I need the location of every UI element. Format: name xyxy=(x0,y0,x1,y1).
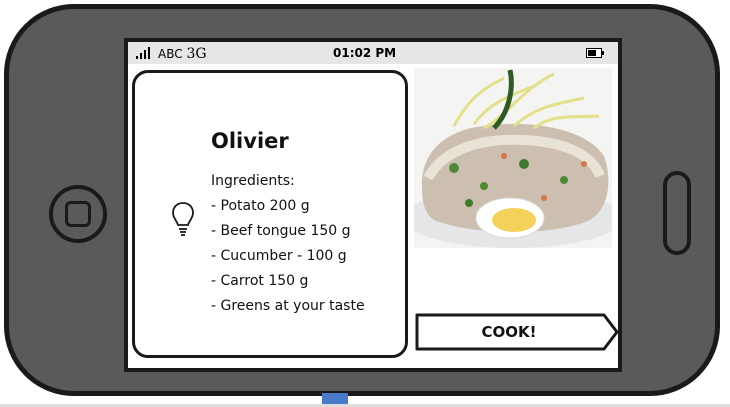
ingredient-item: - Cucumber - 100 g xyxy=(211,248,347,264)
status-bar: ABC 3G 01:02 PM xyxy=(128,42,618,64)
recipe-photo xyxy=(414,68,612,248)
ingredients-heading: Ingredients: xyxy=(211,173,295,189)
network-type: 3G xyxy=(186,46,207,62)
signal-strength-icon xyxy=(136,47,150,59)
ingredients-list: Ingredients: - Potato 200 g - Beef tongu… xyxy=(211,169,365,319)
lightbulb-icon[interactable] xyxy=(171,201,195,237)
carrier-label: ABC 3G xyxy=(158,46,207,62)
clock: 01:02 PM xyxy=(333,46,397,60)
ingredient-item: - Beef tongue 150 g xyxy=(211,223,351,239)
home-button-icon xyxy=(65,201,91,227)
side-button[interactable] xyxy=(663,171,691,255)
home-button[interactable] xyxy=(49,185,107,243)
phone-screen: ABC 3G 01:02 PM Olivier Ingredients: - P… xyxy=(124,38,622,372)
cook-button[interactable]: COOK! xyxy=(414,312,604,352)
ingredient-item: - Greens at your taste xyxy=(211,298,365,314)
recipe-title: Olivier xyxy=(211,129,289,153)
ingredient-item: - Potato 200 g xyxy=(211,198,310,214)
recipe-card: Olivier Ingredients: - Potato 200 g - Be… xyxy=(132,70,408,358)
ingredient-item: - Carrot 150 g xyxy=(211,273,309,289)
battery-icon xyxy=(586,48,604,58)
